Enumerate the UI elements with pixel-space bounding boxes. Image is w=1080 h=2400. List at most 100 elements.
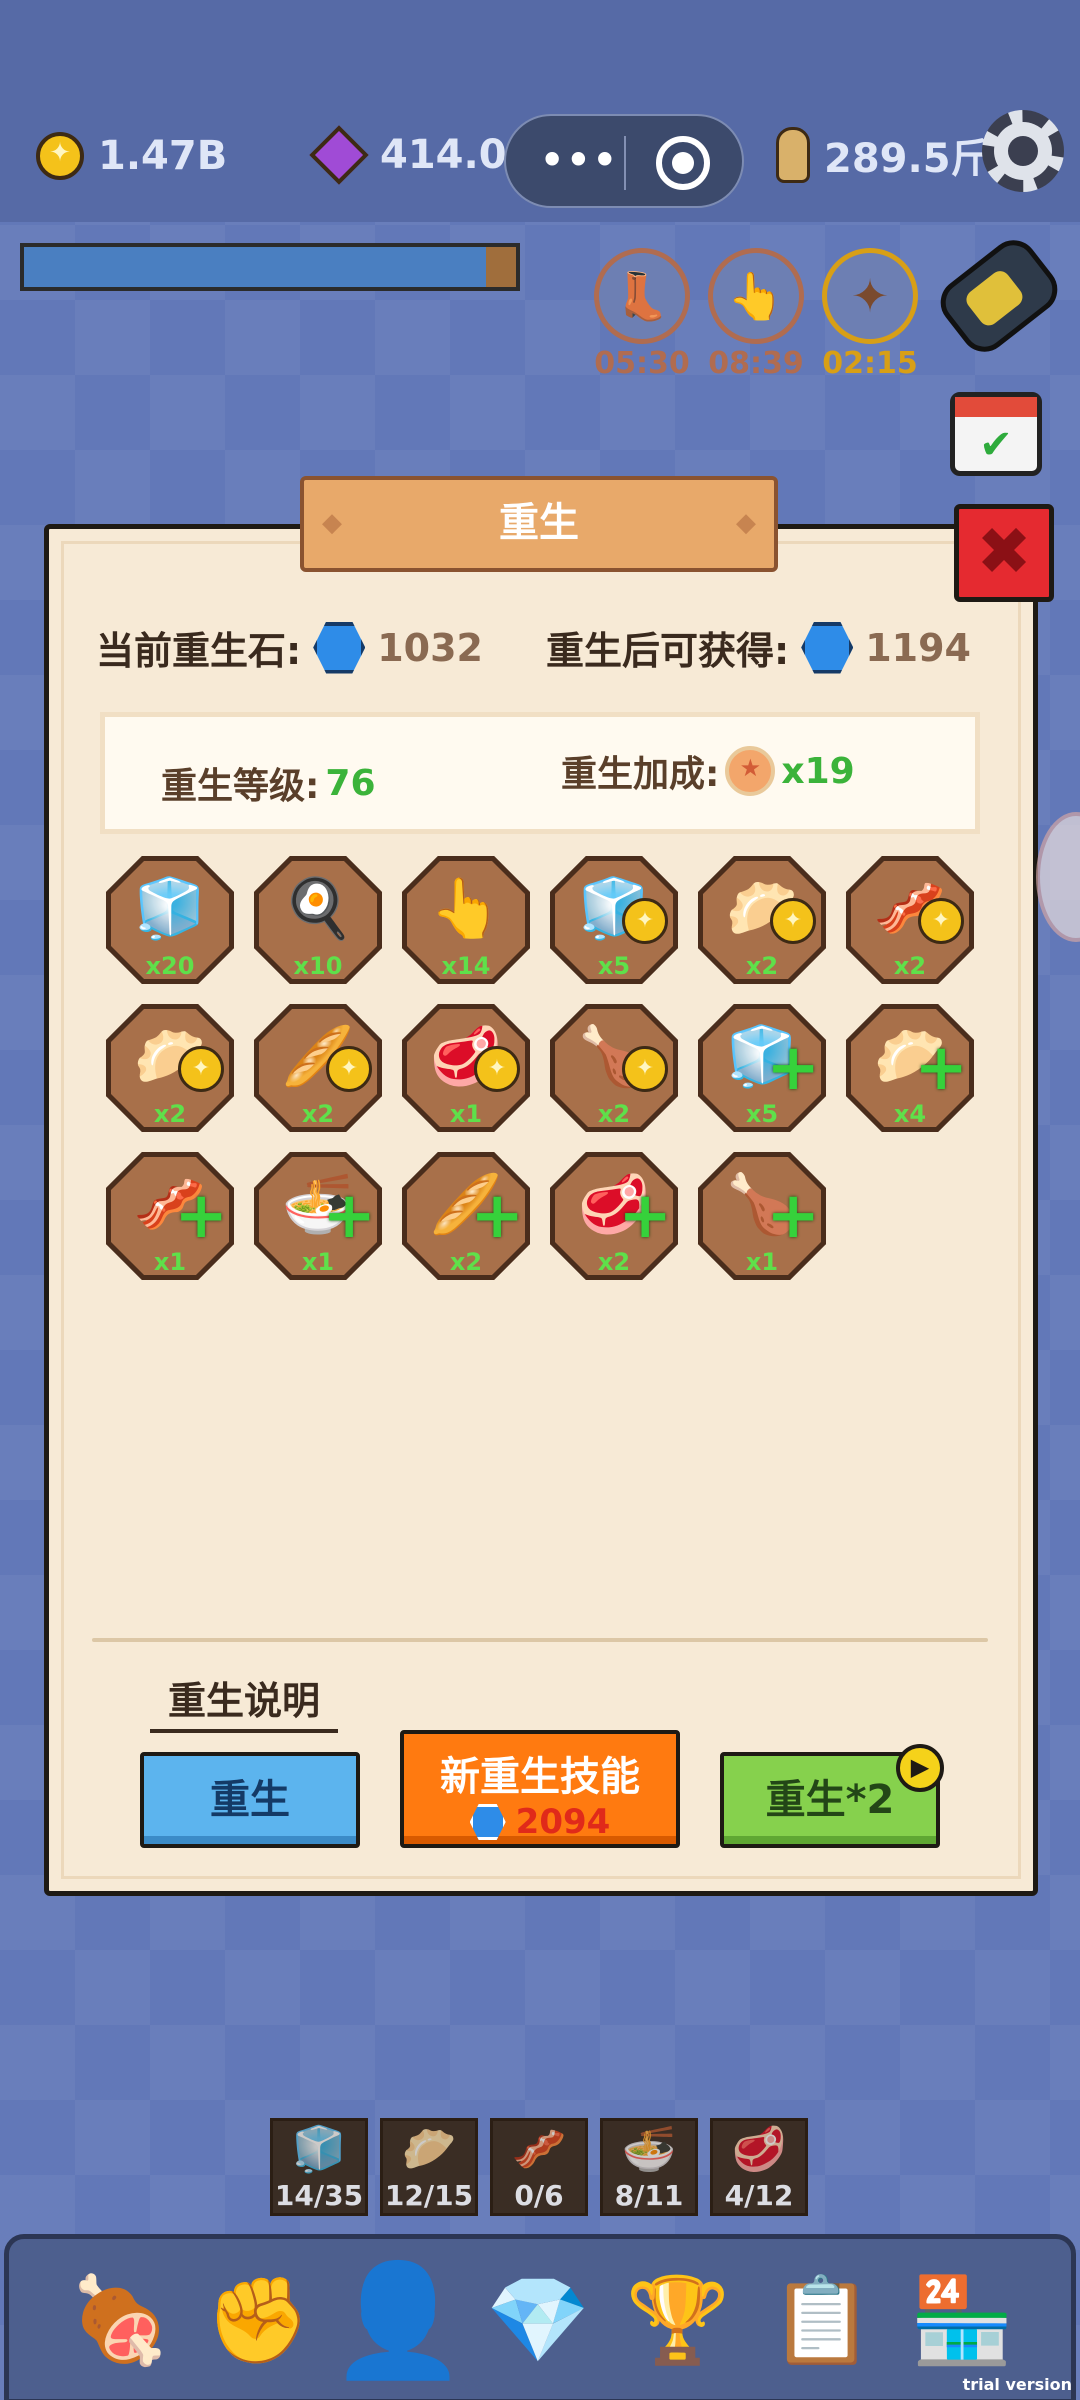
reward-count: x2 bbox=[449, 1248, 483, 1276]
reward-count: x1 bbox=[745, 1248, 779, 1276]
reward-count: x2 bbox=[893, 952, 927, 980]
capsule-divider bbox=[624, 136, 626, 190]
nav-trophy[interactable]: 🏆 bbox=[620, 2262, 736, 2378]
battery-icon[interactable] bbox=[931, 230, 1067, 362]
reward-count: x2 bbox=[153, 1100, 187, 1128]
reward-tile[interactable]: 🥓 + x1 bbox=[106, 1152, 234, 1280]
reward-count: x2 bbox=[597, 1248, 631, 1276]
coin-badge-icon: ✦ bbox=[622, 1046, 668, 1092]
reward-count: x1 bbox=[153, 1248, 187, 1276]
plus-badge-icon: + bbox=[766, 1031, 820, 1105]
plus-badge-icon: + bbox=[618, 1179, 672, 1253]
reward-tile[interactable]: 🥩 + x2 bbox=[550, 1152, 678, 1280]
coin-badge-icon: ✦ bbox=[770, 898, 816, 944]
nav-fist[interactable]: ✊ bbox=[200, 2262, 316, 2378]
fist-icon: ✊ bbox=[205, 2270, 311, 2369]
new-skill-button[interactable]: 新重生技能 2094 bbox=[400, 1730, 680, 1848]
coin-badge-icon: ✦ bbox=[622, 898, 668, 944]
side-float-button[interactable] bbox=[1036, 812, 1080, 942]
reward-count: x10 bbox=[293, 952, 343, 980]
tongue-icon: 🥓 bbox=[511, 2124, 567, 2175]
rebirth-explain-link[interactable]: 重生说明 bbox=[150, 1670, 338, 1733]
coin-icon: ✦ bbox=[822, 248, 918, 344]
reward-tile[interactable]: 🍜 + x1 bbox=[254, 1152, 382, 1280]
person-icon bbox=[776, 127, 810, 183]
gear-icon[interactable] bbox=[982, 110, 1064, 192]
reward-count: x1 bbox=[301, 1248, 335, 1276]
close-target-icon[interactable] bbox=[656, 136, 710, 190]
reward-tile[interactable]: 🧊 x20 bbox=[106, 856, 234, 984]
nav-meat[interactable]: 🍖 bbox=[62, 2262, 178, 2378]
reward-tile[interactable]: 🍗 ✦ x2 bbox=[550, 1004, 678, 1132]
boot-icon: 👢 bbox=[594, 248, 690, 344]
rebirth-stone-icon bbox=[801, 621, 854, 674]
inventory-slot[interactable]: 🧊 14/35 bbox=[270, 2118, 368, 2216]
inventory-count: 8/11 bbox=[614, 2179, 684, 2212]
meat-cubes-icon: 🧊 bbox=[133, 874, 207, 942]
inventory-count: 14/35 bbox=[274, 2179, 364, 2212]
reward-tile[interactable]: 🥖 ✦ x2 bbox=[254, 1004, 382, 1132]
noodle-bowl-icon: 🍜 bbox=[621, 2124, 677, 2175]
inventory-slot[interactable]: 🥩 4/12 bbox=[710, 2118, 808, 2216]
more-icon[interactable]: ••• bbox=[540, 138, 619, 182]
gem-icon: 💎 bbox=[485, 2270, 591, 2369]
reward-tile[interactable]: 🍳 x10 bbox=[254, 856, 382, 984]
meat-cubes-icon: 🧊 bbox=[291, 2124, 347, 2175]
reward-tile[interactable]: 🥟 ✦ x2 bbox=[106, 1004, 234, 1132]
spatula-icon: 🍳 bbox=[281, 874, 355, 942]
hand-icon: 👆 bbox=[708, 248, 804, 344]
reward-count: x2 bbox=[597, 1100, 631, 1128]
reward-tile[interactable]: 🥖 + x2 bbox=[402, 1152, 530, 1280]
reward-tile[interactable]: 🧊 + x5 bbox=[698, 1004, 826, 1132]
pork-belly-icon: 🥩 bbox=[731, 2124, 787, 2175]
progress-fill bbox=[24, 247, 487, 287]
new-skill-cost: 2094 bbox=[515, 1802, 611, 1842]
panel-title: 重生 bbox=[300, 476, 778, 572]
plus-badge-icon: + bbox=[470, 1179, 524, 1253]
coin-timer[interactable]: ✦ 02:15 bbox=[820, 248, 920, 381]
current-stone-value: 1032 bbox=[377, 625, 483, 670]
reward-tile[interactable]: 🥟 ✦ x2 bbox=[698, 856, 826, 984]
trial-watermark: trial version bbox=[962, 2375, 1072, 2394]
reward-tile[interactable]: 🍗 + x1 bbox=[698, 1152, 826, 1280]
shop-icon: 🏪 bbox=[909, 2270, 1015, 2369]
rebirth-button[interactable]: 重生 bbox=[140, 1752, 360, 1848]
weight-counter: 289.5斤 bbox=[776, 126, 991, 184]
gem-counter: 414.0 bbox=[309, 125, 507, 185]
nav-shop[interactable]: 🏪 bbox=[904, 2262, 1020, 2378]
gem-value: 414.0 bbox=[380, 132, 507, 178]
current-stone-row: 当前重生石: 1032 bbox=[96, 620, 483, 675]
timer-time: 05:30 bbox=[594, 346, 690, 381]
nav-avatar[interactable]: 👤 bbox=[330, 2256, 467, 2384]
timer-time: 08:39 bbox=[708, 346, 804, 381]
hand-timer[interactable]: 👆 08:39 bbox=[706, 248, 806, 381]
inventory-count: 4/12 bbox=[724, 2179, 794, 2212]
inventory-slot[interactable]: 🥓 0/6 bbox=[490, 2118, 588, 2216]
clipboard-icon: 📋 bbox=[769, 2270, 875, 2369]
calendar-check-icon[interactable]: ✔ bbox=[950, 392, 1042, 476]
nav-tasks[interactable]: 📋 bbox=[764, 2262, 880, 2378]
avatar-icon: 👤 bbox=[329, 2255, 467, 2384]
reward-tile[interactable]: 🥩 ✦ x1 bbox=[402, 1004, 530, 1132]
progress-bar bbox=[20, 243, 520, 291]
bonus-value: x19 bbox=[781, 750, 855, 792]
reward-tile[interactable]: 👆 x14 bbox=[402, 856, 530, 984]
inventory-count: 0/6 bbox=[514, 2179, 564, 2212]
coin-badge-icon: ✦ bbox=[918, 898, 964, 944]
boot-timer[interactable]: 👢 05:30 bbox=[592, 248, 692, 381]
rebirth-bonus: 重生加成: x19 bbox=[561, 745, 855, 797]
after-gain-label: 重生后可获得: bbox=[546, 629, 790, 673]
inventory-slot[interactable]: 🍜 8/11 bbox=[600, 2118, 698, 2216]
close-button[interactable]: ✖ bbox=[954, 504, 1054, 602]
tap-hand-icon: 👆 bbox=[429, 874, 503, 942]
reward-count: x5 bbox=[745, 1100, 779, 1128]
reward-count: x14 bbox=[441, 952, 491, 980]
bonus-label: 重生加成: bbox=[561, 754, 720, 795]
reward-tile[interactable]: 🥟 + x4 bbox=[846, 1004, 974, 1132]
reward-tile[interactable]: 🥓 ✦ x2 bbox=[846, 856, 974, 984]
inventory-slot[interactable]: 🥟 12/15 bbox=[380, 2118, 478, 2216]
reward-tile[interactable]: 🧊 ✦ x5 bbox=[550, 856, 678, 984]
nav-gem[interactable]: 💎 bbox=[480, 2262, 596, 2378]
ham-icon: 🍖 bbox=[67, 2270, 173, 2369]
coin-badge-icon: ✦ bbox=[178, 1046, 224, 1092]
